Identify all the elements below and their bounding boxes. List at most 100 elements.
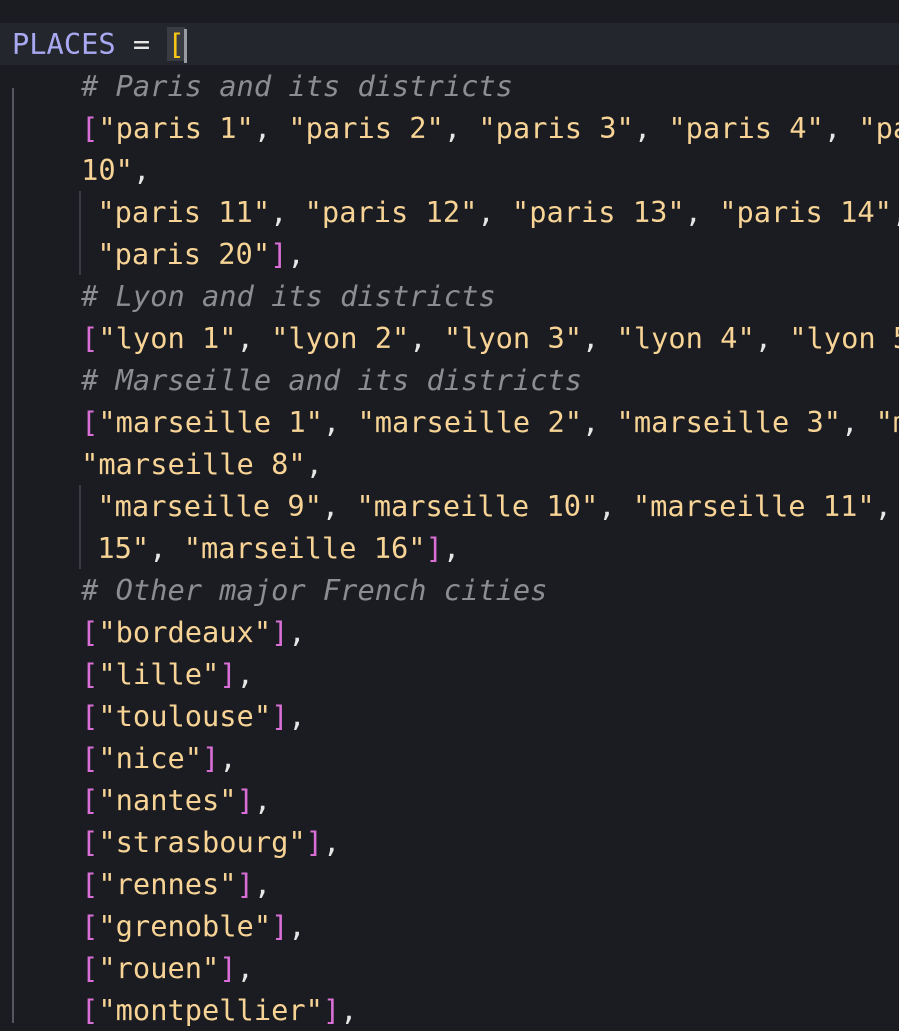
code-text: ["marseille 1", "marseille 2", "marseill… [81, 401, 899, 443]
punctuation: , [253, 111, 289, 145]
string-literal: "lille" [98, 657, 220, 691]
string-literal: "marseille 10" [356, 489, 599, 523]
code-line[interactable]: PLACES = [ [0, 23, 899, 65]
string-literal: "marseille 11" [632, 489, 875, 523]
code-line[interactable]: ["lille"], [0, 653, 899, 695]
operator: = [115, 27, 168, 61]
code-line[interactable]: 15", "marseille 16"], [0, 527, 899, 569]
punctuation: , [633, 111, 669, 145]
punctuation: , [823, 111, 859, 145]
punctuation: , [841, 405, 876, 439]
comment: # Other major French cities [81, 573, 548, 607]
string-literal: "paris 1" [98, 111, 254, 145]
bracket: [ [81, 111, 99, 145]
punctuation: , [253, 783, 272, 817]
wrap-indent-guide [79, 233, 82, 275]
bracket: [ [81, 951, 99, 985]
code-line[interactable]: ["strasbourg"], [0, 821, 899, 863]
bracket: [ [81, 615, 99, 649]
code-text: 10", [81, 149, 150, 191]
comment: # Lyon and its districts [81, 279, 496, 313]
punctuation: , [874, 489, 892, 523]
code-line[interactable]: # Paris and its districts [0, 65, 899, 107]
bracket: ] [305, 825, 323, 859]
string-literal: "lyon 5" [789, 321, 899, 355]
punctuation: , [409, 321, 444, 355]
bracket: ] [270, 237, 288, 271]
bracket: ] [271, 615, 289, 649]
bracket: [ [81, 867, 99, 901]
comment: # Marseille and its districts [81, 363, 582, 397]
code-line[interactable]: ["rouen"], [0, 947, 899, 989]
bracket: [ [81, 783, 99, 817]
string-literal: "toulouse" [98, 699, 272, 733]
string-literal: "paris 11" [97, 195, 271, 229]
bracket: ] [322, 993, 341, 1027]
code-line[interactable]: "marseille 8", [0, 443, 899, 485]
bracket: [ [81, 825, 99, 859]
code-line[interactable]: ["bordeaux"], [0, 611, 899, 653]
bracket: [ [81, 321, 99, 355]
code-text: ["lyon 1", "lyon 2", "lyon 3", "lyon 4",… [81, 317, 899, 359]
string-literal: "marseille 3" [616, 405, 842, 439]
punctuation: , [582, 321, 617, 355]
punctuation: , [253, 867, 272, 901]
string-literal: "paris 3" [478, 111, 634, 145]
punctuation: , [321, 489, 357, 523]
bracket: ] [236, 867, 254, 901]
code-line[interactable]: # Lyon and its districts [0, 275, 899, 317]
punctuation: , [236, 321, 272, 355]
bracket: ] [236, 783, 254, 817]
code-text: # Lyon and its districts [81, 275, 496, 317]
string-literal: 15" [97, 531, 150, 565]
punctuation: , [684, 195, 720, 229]
string-literal: "lyon 1" [98, 321, 237, 355]
string-literal: "rouen" [98, 951, 220, 985]
code-line[interactable]: "paris 20"], [0, 233, 899, 275]
string-literal: "paris 5" [858, 111, 899, 145]
code-line[interactable]: ["rennes"], [0, 863, 899, 905]
string-literal: "paris 4" [668, 111, 824, 145]
code-line[interactable]: ["paris 1", "paris 2", "paris 3", "paris… [0, 107, 899, 149]
wrap-indent-guide [79, 485, 82, 527]
bracket: ] [271, 699, 289, 733]
punctuation: , [132, 153, 151, 187]
wrap-indent-guide [79, 527, 82, 569]
string-literal: "bordeaux" [98, 615, 272, 649]
bracket: [ [81, 657, 99, 691]
string-literal: "marseille 1" [98, 405, 323, 439]
code-line[interactable]: ["grenoble"], [0, 905, 899, 947]
string-literal: 10" [81, 153, 133, 187]
code-line[interactable]: "paris 11", "paris 12", "paris 13", "par… [0, 191, 899, 233]
string-literal: "marseille 8" [81, 447, 306, 481]
bracket: [ [81, 699, 99, 733]
punctuation: , [322, 825, 341, 859]
punctuation: , [149, 531, 184, 565]
code-text: ["nice"], [81, 737, 236, 779]
code-line[interactable]: ["nice"], [0, 737, 899, 779]
string-literal: "rennes" [98, 867, 237, 901]
string-literal: "marseille 9" [97, 489, 322, 523]
bracket: ] [202, 741, 220, 775]
code-text: 15", "marseille 16"], [97, 527, 460, 569]
string-literal: "nantes" [98, 783, 237, 817]
string-literal: "strasbourg" [98, 825, 306, 859]
code-line[interactable]: # Marseille and its districts [0, 359, 899, 401]
code-line[interactable]: # Other major French cities [0, 569, 899, 611]
punctuation: , [288, 699, 306, 733]
code-line[interactable]: ["marseille 1", "marseille 2", "marseill… [0, 401, 899, 443]
code-line[interactable]: ["nantes"], [0, 779, 899, 821]
code-line[interactable]: ["lyon 1", "lyon 2", "lyon 3", "lyon 4",… [0, 317, 899, 359]
string-literal: "paris 12" [304, 195, 478, 229]
punctuation: , [582, 405, 617, 439]
code-line[interactable]: "marseille 9", "marseille 10", "marseill… [0, 485, 899, 527]
punctuation: , [754, 321, 790, 355]
code-text: ["rouen"], [81, 947, 254, 989]
code-line[interactable]: 10", [0, 149, 899, 191]
code-editor[interactable]: PLACES = [# Paris and its districts ["par… [0, 23, 899, 1027]
punctuation: , [477, 195, 512, 229]
punctuation: , [322, 405, 358, 439]
punctuation: , [288, 909, 306, 943]
code-line[interactable]: ["montpellier"], [0, 989, 899, 1031]
code-line[interactable]: ["toulouse"], [0, 695, 899, 737]
